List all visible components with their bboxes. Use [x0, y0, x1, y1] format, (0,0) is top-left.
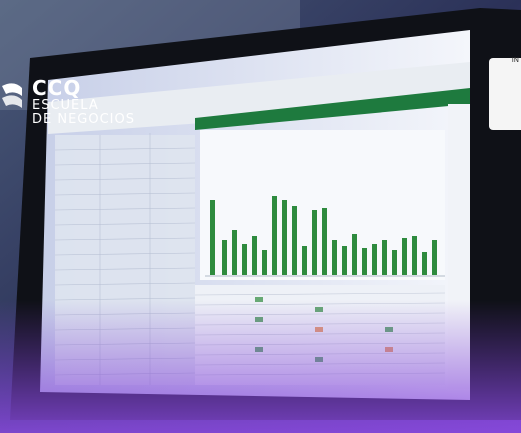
background-scene [0, 0, 521, 433]
brand-logo: CCQ ESCUELA DE NEGOCIOS [0, 76, 180, 136]
corner-badge-text: IN [511, 56, 519, 64]
brand-line-2: DE NEGOCIOS [32, 112, 135, 127]
corner-badge [489, 58, 521, 130]
brand-mark-icon [2, 83, 22, 108]
brand-line-1: ESCUELA [32, 98, 99, 113]
brand-name: CCQ [32, 76, 82, 100]
